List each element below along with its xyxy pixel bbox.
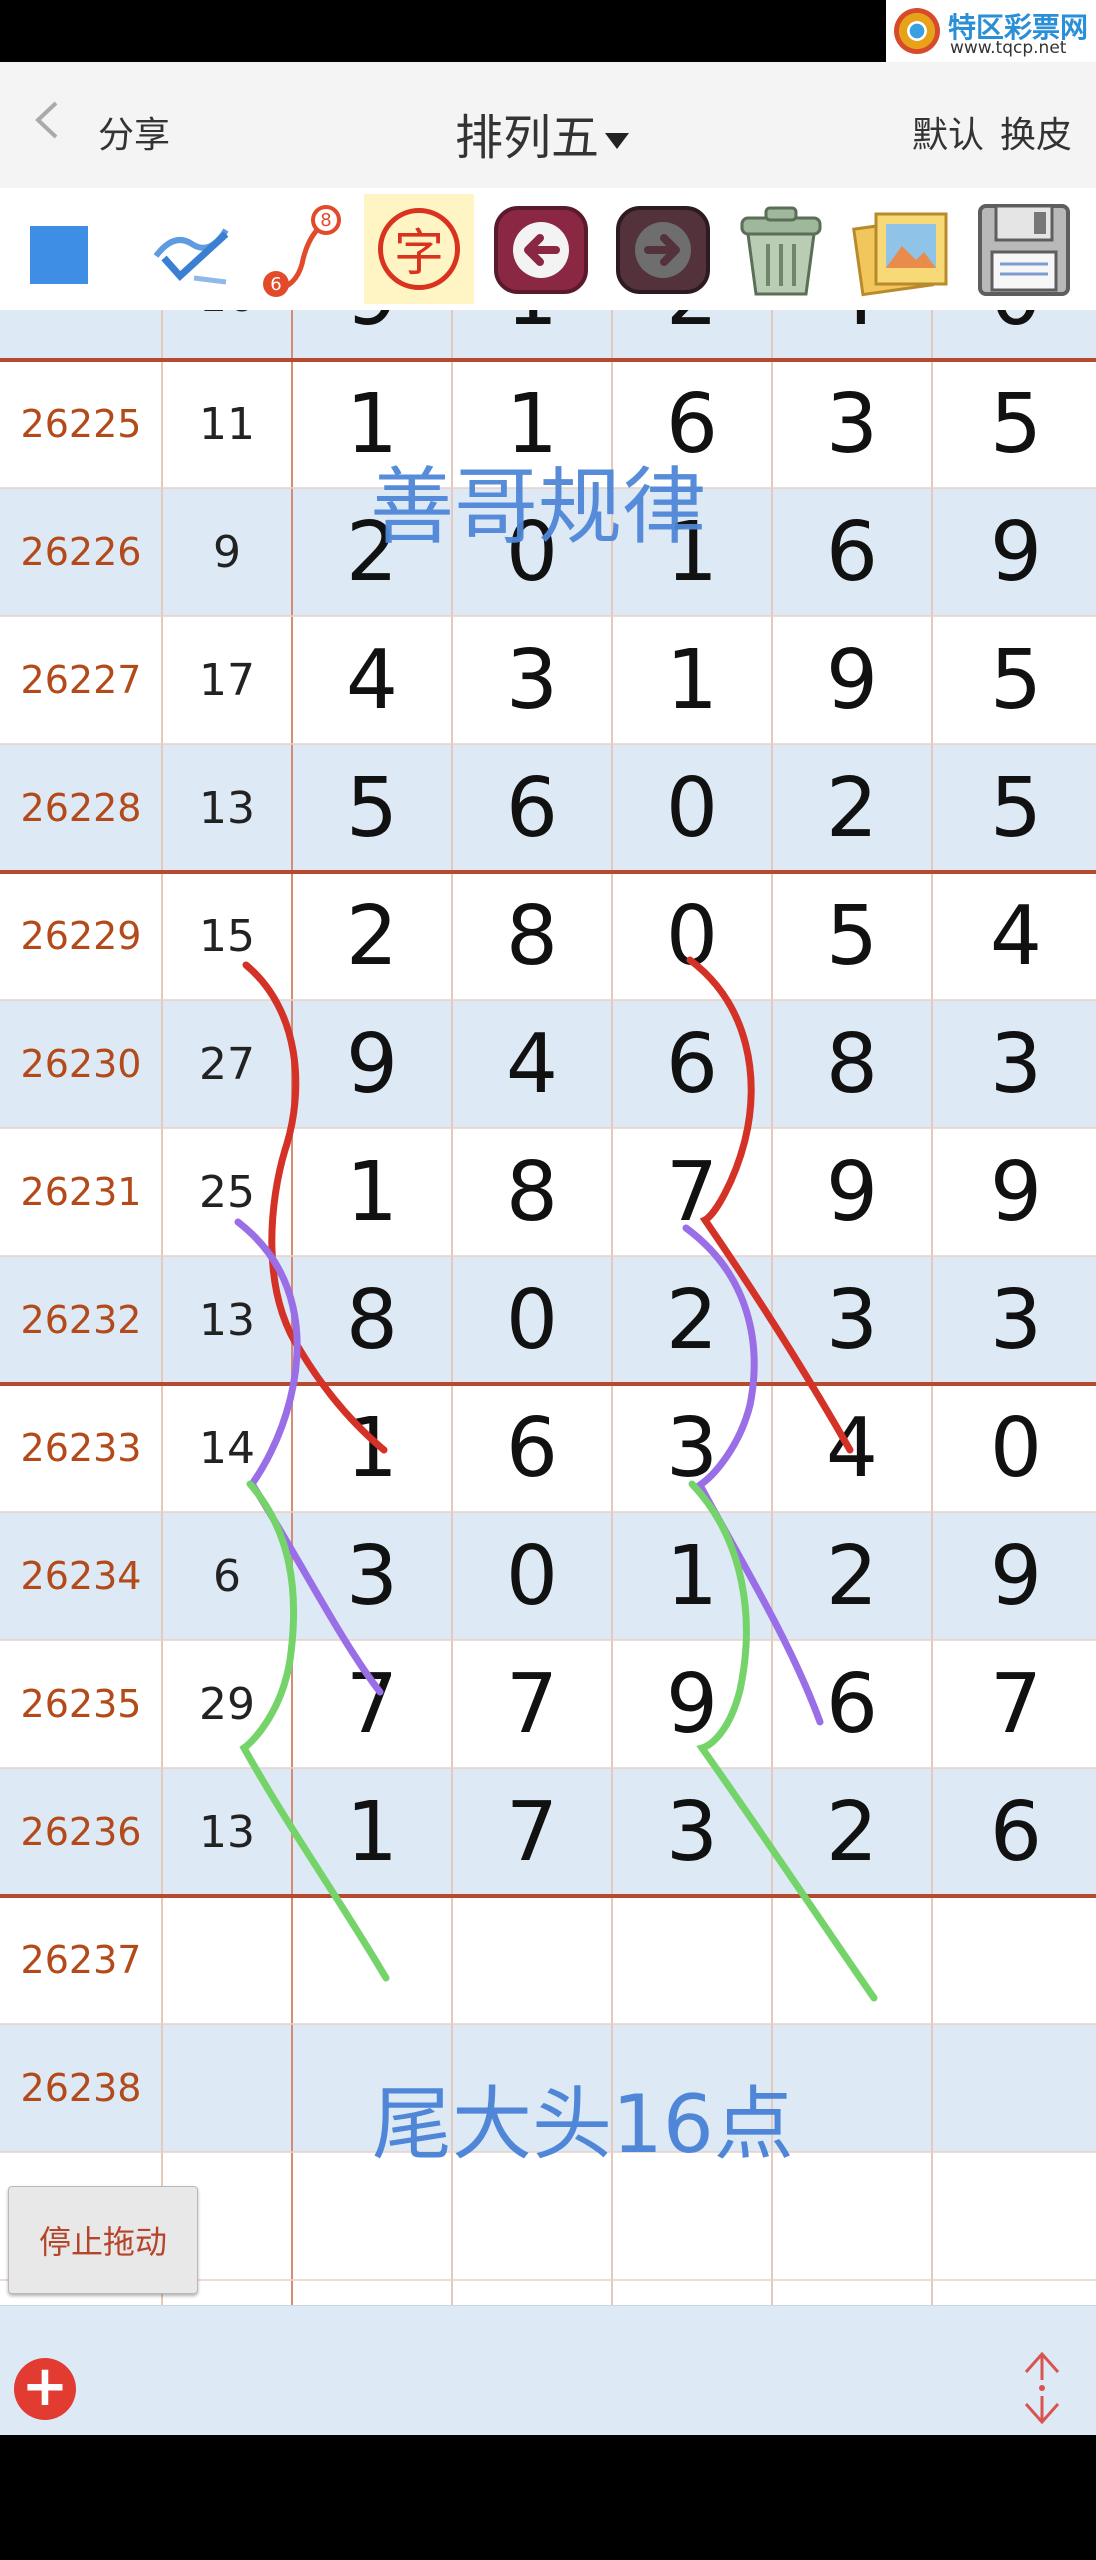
add-icon[interactable]: + [14, 2358, 76, 2420]
photos-icon[interactable] [846, 194, 956, 304]
lottery-type-dropdown[interactable]: 排列五 [455, 98, 630, 168]
top-nav-bar: 分享 排列五 默认 换皮 [0, 62, 1096, 189]
undo-icon[interactable] [486, 194, 596, 304]
drawing-toolbar: 8 6 字 [0, 188, 1096, 310]
line-badge-top: 8 [320, 210, 331, 231]
blue-square-icon[interactable] [4, 194, 114, 304]
redo-icon[interactable] [608, 194, 718, 304]
annotation-top-note: 善哥规律 [370, 458, 707, 556]
share-button[interactable]: 分享 [98, 106, 170, 158]
save-disk-icon[interactable] [968, 194, 1078, 304]
page-title: 排列五 [455, 110, 600, 166]
expand-vertical-icon[interactable] [1016, 2350, 1068, 2426]
system-nav-bar [0, 2435, 1096, 2560]
stop-drag-button[interactable]: 停止拖动 [8, 2186, 198, 2294]
default-button[interactable]: 默认 [912, 106, 984, 158]
logo-url: www.tqcp.net [950, 38, 1067, 58]
bottom-bar: + [0, 2305, 1096, 2436]
logo-emblem [894, 8, 940, 54]
character-icon: 字 [378, 208, 460, 290]
line-badge-bottom: 6 [270, 274, 281, 295]
change-skin-button[interactable]: 换皮 [1000, 106, 1072, 158]
table-grid-lines [0, 310, 1096, 2305]
caret-down-icon [605, 133, 630, 149]
pen-check-icon[interactable] [134, 194, 244, 304]
back-chevron-icon[interactable] [32, 100, 62, 140]
draw-line-icon[interactable]: 8 6 [246, 194, 356, 304]
character-tool-button[interactable]: 字 [364, 194, 474, 304]
annotation-bottom-note: 尾大头16点 [372, 2078, 794, 2171]
trash-icon[interactable] [726, 194, 836, 304]
watermark-logo: 特区彩票网 www.tqcp.net [886, 0, 1096, 62]
results-table[interactable]: 2622416912402622511116352622692016926227… [0, 310, 1096, 2305]
